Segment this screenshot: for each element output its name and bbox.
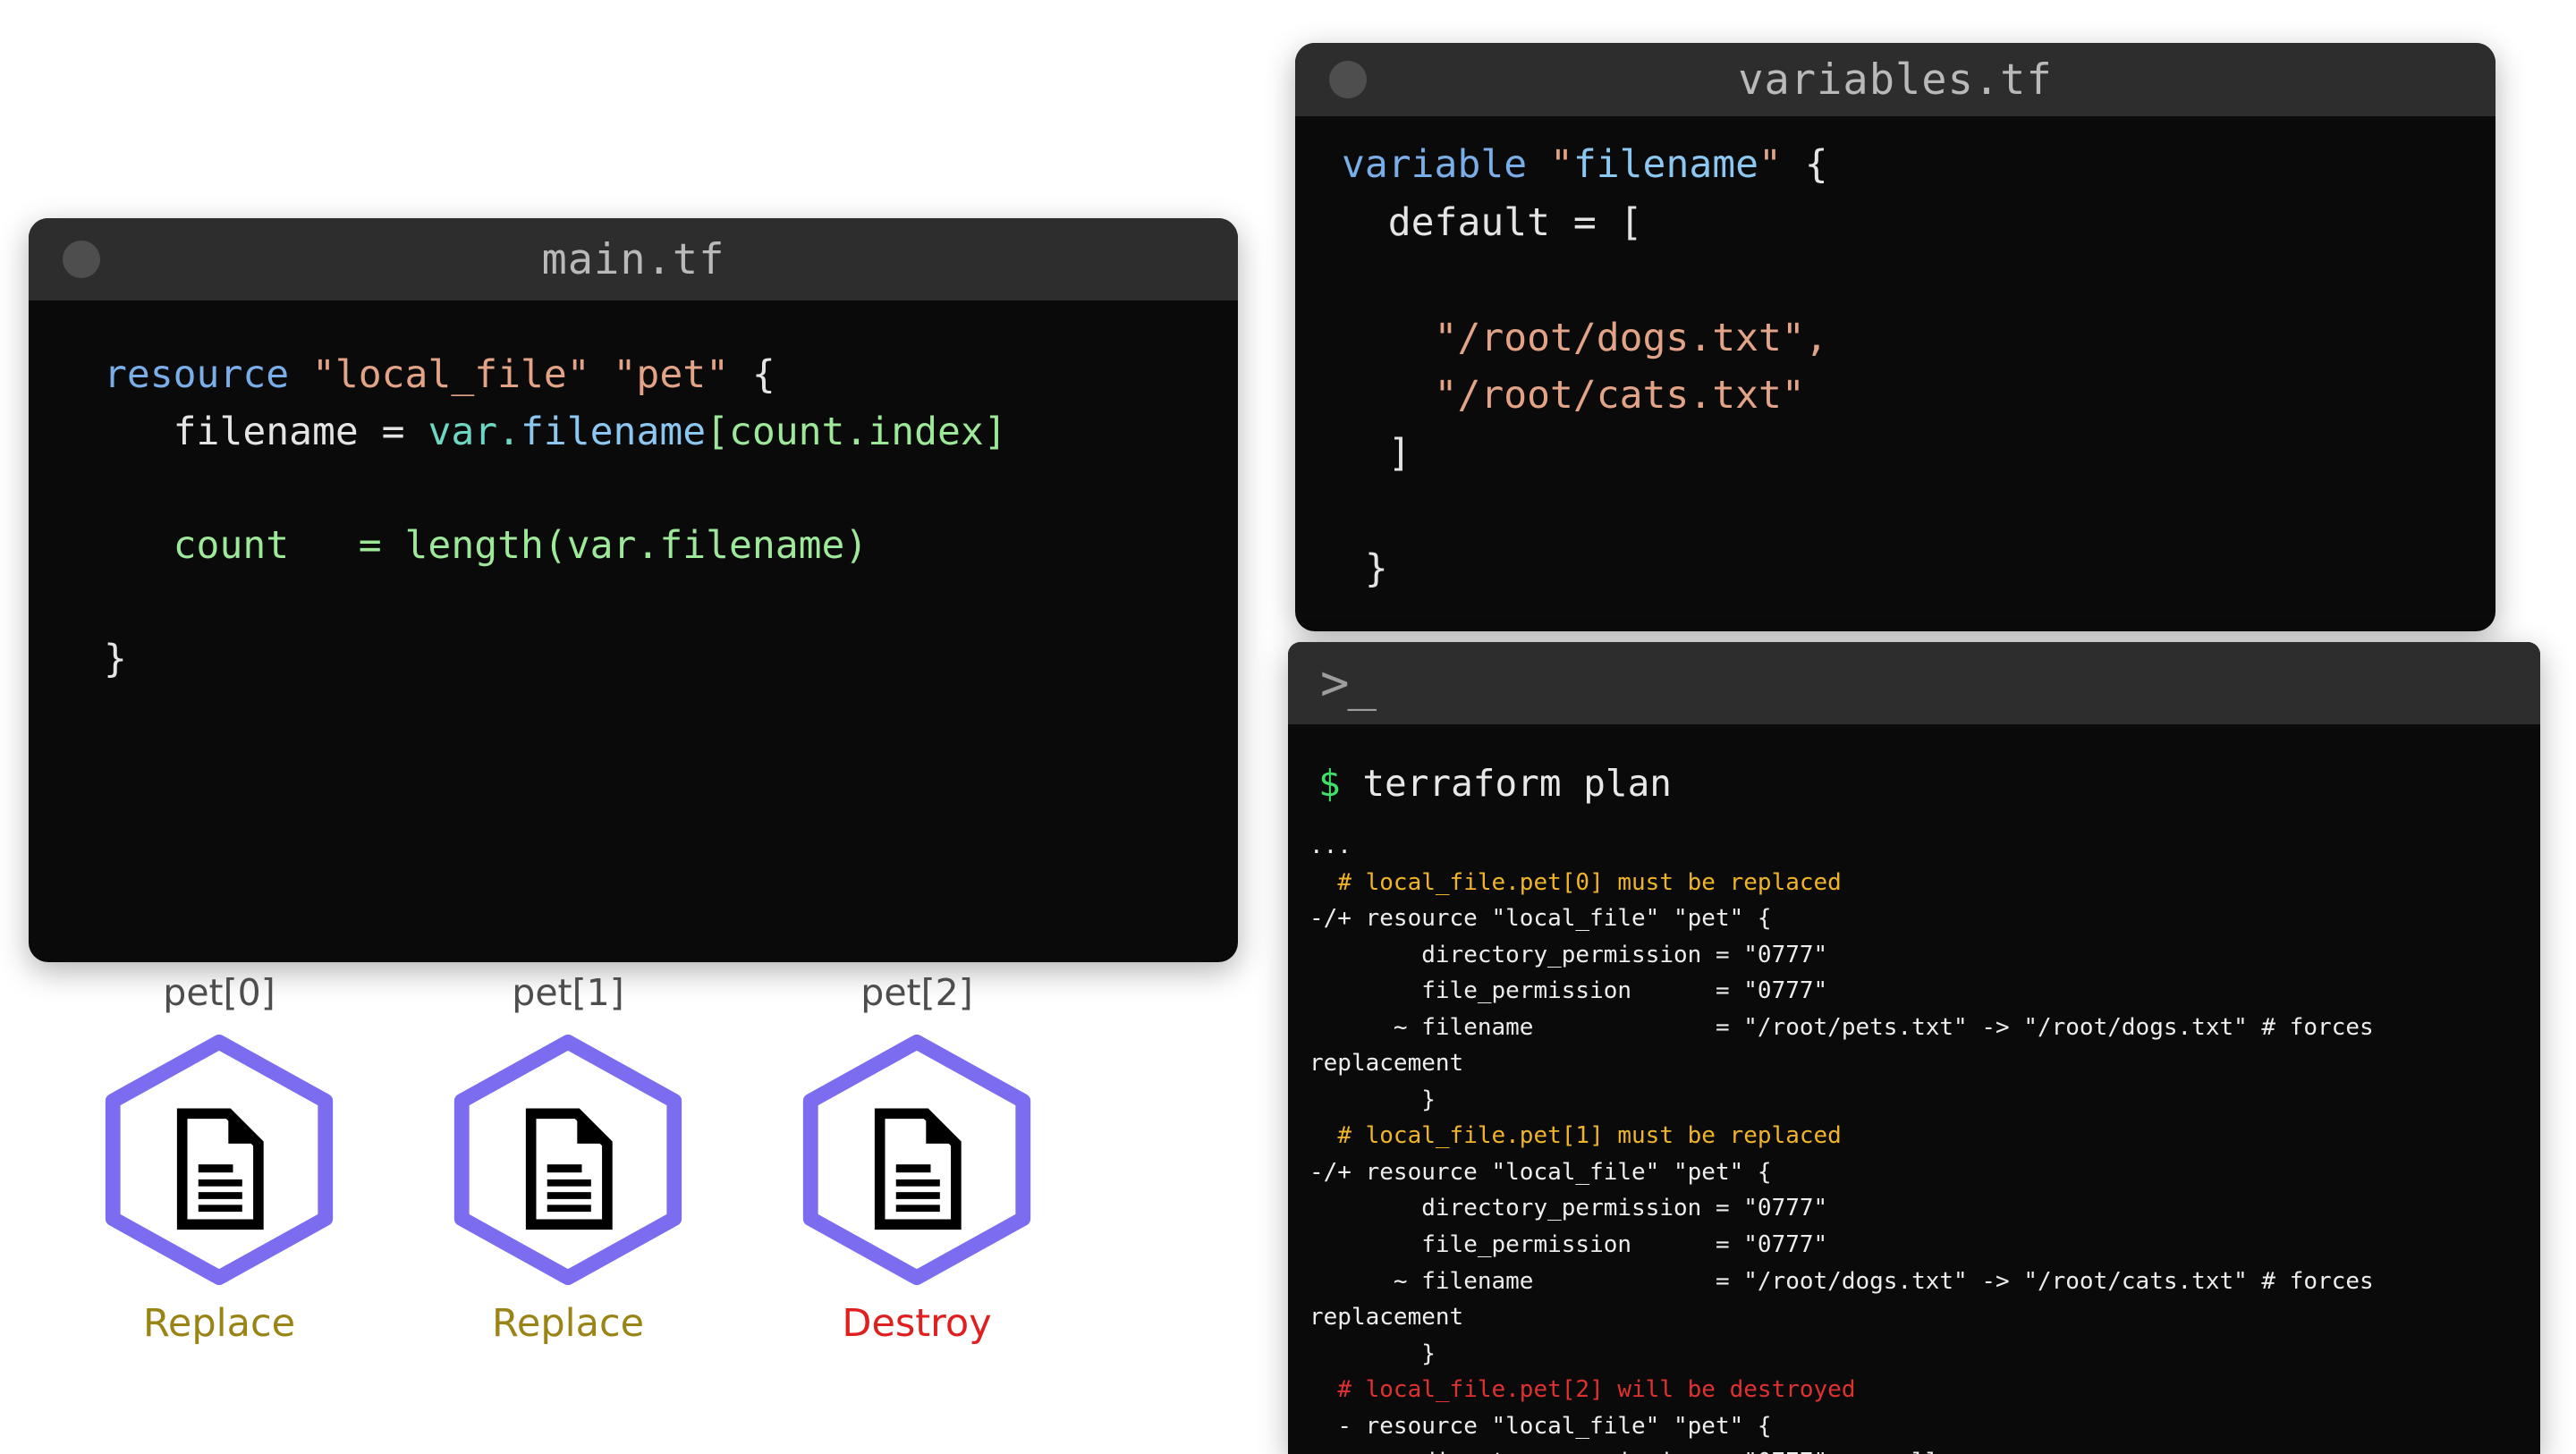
code-line: default = [ bbox=[1342, 194, 2496, 252]
terminal-output-line: directory_permission = "0777" bbox=[1309, 941, 1828, 968]
terminal-output-line: directory_permission = "0777" bbox=[1309, 1195, 1828, 1222]
pet-node: pet[1] Replace bbox=[447, 975, 689, 1440]
main-tf-code: resource "local_file" "pet" { filename =… bbox=[29, 300, 1238, 689]
window-dot-icon[interactable] bbox=[1329, 61, 1367, 98]
terminal-prompt-icon: >_ bbox=[1320, 655, 1377, 711]
pet-label: pet[0] bbox=[163, 971, 275, 1014]
code-token: var. bbox=[428, 409, 521, 454]
variables-tf-titlebar: variables.tf bbox=[1295, 43, 2496, 116]
terminal-output-line: } bbox=[1309, 1086, 1436, 1113]
code-token: " bbox=[1550, 142, 1573, 187]
pet-label: pet[2] bbox=[860, 971, 973, 1014]
pet-node: pet[2] Destroy bbox=[796, 975, 1038, 1440]
pet-status-label: Replace bbox=[491, 1301, 645, 1346]
code-token: filename bbox=[1572, 142, 1758, 187]
code-token: "/root/dogs.txt", bbox=[1342, 315, 1828, 360]
pets-diagram: pet[0] Replace pet[1] Replace pet[2] Destroy bbox=[98, 975, 1154, 1440]
code-token: } bbox=[1342, 545, 1388, 591]
window-dot-icon[interactable] bbox=[63, 241, 100, 278]
code-line: } bbox=[104, 631, 1238, 689]
code-token: ] bbox=[1342, 430, 1411, 476]
variables-tf-window[interactable]: variables.tf variable "filename" { defau… bbox=[1295, 43, 2496, 631]
terminal-output-line: ~ filename = "/root/dogs.txt" -> "/root/… bbox=[1309, 1267, 2388, 1331]
code-line: variable "filename" { bbox=[1342, 136, 2496, 194]
terminal-window[interactable]: >_ $ terraform plan ... # local_file.pet… bbox=[1288, 642, 2540, 1454]
code-line: filename = var.filename[count.index] bbox=[104, 404, 1238, 461]
code-token: } bbox=[104, 637, 127, 682]
pet-status-label: Destroy bbox=[842, 1301, 992, 1346]
pet-status-label: Replace bbox=[142, 1301, 296, 1346]
code-token: count = length(var.filename) bbox=[104, 522, 869, 568]
main-tf-window[interactable]: main.tf resource "local_file" "pet" { fi… bbox=[29, 218, 1238, 962]
terminal-output-line: # local_file.pet[1] must be replaced bbox=[1309, 1122, 1842, 1150]
terminal-output-line: # local_file.pet[0] must be replaced bbox=[1309, 868, 1842, 896]
terminal-sigil: $ bbox=[1318, 762, 1341, 805]
code-token: "/root/cats.txt" bbox=[1342, 373, 1805, 418]
pet-label: pet[1] bbox=[512, 971, 624, 1014]
code-line: count = length(var.filename) bbox=[104, 518, 1238, 575]
code-token: default = [ bbox=[1342, 199, 1643, 245]
terminal-body[interactable]: $ terraform plan ... # local_file.pet[0]… bbox=[1288, 724, 2540, 1454]
terminal-output-line: # local_file.pet[2] will be destroyed bbox=[1309, 1376, 1856, 1404]
pet-node: pet[0] Replace bbox=[98, 975, 340, 1440]
document-icon bbox=[874, 1108, 962, 1230]
code-token: filename = bbox=[104, 409, 428, 454]
terminal-output-line: file_permission = "0777" bbox=[1309, 977, 1828, 1005]
code-token: "local_file" "pet" bbox=[312, 352, 729, 397]
document-icon bbox=[176, 1108, 264, 1230]
code-line: "/root/dogs.txt", bbox=[1342, 309, 2496, 368]
code-token: " bbox=[1758, 142, 1782, 187]
terminal-output-line: -/+ resource "local_file" "pet" { bbox=[1309, 1158, 1772, 1186]
hexagon-icon bbox=[105, 1034, 334, 1286]
terminal-output-line: file_permission = "0777" bbox=[1309, 1231, 1828, 1259]
hexagon-icon bbox=[453, 1034, 682, 1286]
document-icon bbox=[525, 1108, 613, 1230]
main-tf-title: main.tf bbox=[541, 234, 725, 284]
code-line: "/root/cats.txt" bbox=[1342, 367, 2496, 425]
terminal-output-line: ~ filename = "/root/pets.txt" -> "/root/… bbox=[1309, 1013, 2388, 1078]
terminal-output-line: - directory_permission = "0777" -> null bbox=[1308, 1444, 2540, 1454]
code-line: } bbox=[1342, 540, 2496, 598]
terminal-titlebar: >_ bbox=[1288, 642, 2540, 724]
code-token: { bbox=[1781, 142, 1828, 187]
code-token: variable bbox=[1342, 142, 1550, 187]
code-line: resource "local_file" "pet" { bbox=[104, 347, 1238, 404]
code-token: resource bbox=[104, 352, 312, 397]
terminal-command-text: terraform plan bbox=[1340, 762, 1672, 805]
terminal-output-line: ... bbox=[1309, 833, 1352, 859]
terminal-command-line: $ terraform plan bbox=[1308, 762, 2540, 805]
terminal-output-line: - resource "local_file" "pet" { bbox=[1309, 1412, 1772, 1440]
code-token: [count.index] bbox=[706, 409, 1007, 454]
terminal-output-line: -/+ resource "local_file" "pet" { bbox=[1309, 905, 1772, 933]
terminal-output: ... # local_file.pet[0] must be replaced… bbox=[1308, 828, 2540, 1454]
variables-tf-code: variable "filename" { default = [ "/root… bbox=[1295, 116, 2496, 597]
variables-tf-title: variables.tf bbox=[1738, 55, 2053, 105]
main-tf-titlebar: main.tf bbox=[29, 218, 1238, 300]
code-token: { bbox=[729, 352, 775, 397]
terminal-output-line: } bbox=[1309, 1340, 1436, 1367]
hexagon-icon bbox=[802, 1034, 1031, 1286]
code-token: filename bbox=[521, 409, 707, 454]
code-line: ] bbox=[1342, 425, 2496, 483]
